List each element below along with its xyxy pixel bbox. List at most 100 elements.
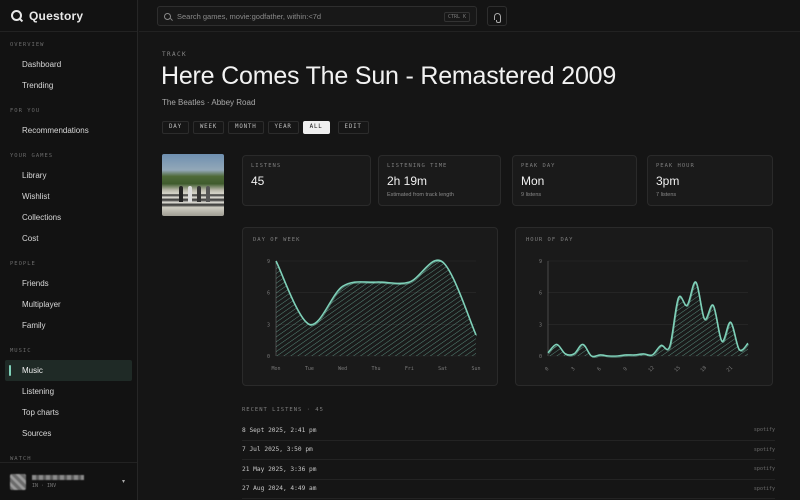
cover-figure xyxy=(197,186,201,202)
stat-value: 3pm xyxy=(656,174,680,188)
sidebar-section-music: MUSIC xyxy=(10,348,32,354)
tab-month[interactable]: MONTH xyxy=(228,121,264,134)
y-tick-label: 9 xyxy=(267,259,270,265)
x-tick-label: Thu xyxy=(371,366,380,372)
recent-listens-list: 8 Sept 2025, 2:41 pm spotify 7 Jul 2025, 3… xyxy=(242,421,775,499)
notifications-button[interactable] xyxy=(487,6,507,26)
sidebar-section-overview: OVERVIEW xyxy=(10,42,45,48)
y-tick-label: 3 xyxy=(267,322,270,328)
y-tick-label: 3 xyxy=(539,322,542,328)
x-tick-label: 21 xyxy=(726,365,735,374)
page-subtitle: The Beatles · Abbey Road xyxy=(162,98,256,107)
x-tick-label: Sun xyxy=(471,366,480,372)
stat-note: 9 listens xyxy=(521,192,542,198)
page-eyebrow: TRACK xyxy=(162,51,188,58)
tab-day[interactable]: DAY xyxy=(162,121,189,134)
recent-listen-row[interactable]: 8 Sept 2025, 2:41 pm spotify xyxy=(242,421,775,441)
cover-figure xyxy=(188,186,192,202)
search-input[interactable] xyxy=(177,11,437,21)
user-subtitle: IN · INV xyxy=(32,482,57,489)
sidebar-item-trending[interactable]: Trending xyxy=(5,75,132,96)
stat-note: Estimated from track length xyxy=(387,192,454,198)
cover-figure xyxy=(206,186,210,202)
cover-figure xyxy=(179,186,183,202)
x-tick-label: 15 xyxy=(673,365,682,374)
sidebar-nav: OVERVIEW Dashboard Trending FOR YOU Recommen… xyxy=(0,32,137,464)
sidebar-item-multiplayer[interactable]: Multiplayer xyxy=(5,294,132,315)
avatar xyxy=(10,473,26,490)
range-tabs: DAY WEEK MONTH YEAR ALL EDIT xyxy=(162,121,369,134)
sidebar-item-music[interactable]: Music xyxy=(5,360,132,381)
x-tick-label: 12 xyxy=(647,365,656,374)
stat-label: LISTENS xyxy=(251,163,282,169)
edit-button[interactable]: EDIT xyxy=(337,121,369,134)
recent-listen-row[interactable]: 7 Jul 2025, 3:50 pm spotify xyxy=(242,441,775,460)
album-cover xyxy=(162,154,224,216)
x-tick-label: Wed xyxy=(338,366,347,372)
brand[interactable]: Questory xyxy=(0,0,137,32)
stat-card-listening-time: LISTENING TIME 2h 19m Estimated from tra… xyxy=(378,155,501,206)
user-menu[interactable]: IN · INV ▾ xyxy=(0,462,137,500)
recent-listens-title: RECENT LISTENS · 45 xyxy=(242,407,324,413)
x-tick-label: 9 xyxy=(622,366,628,372)
sidebar-item-collections[interactable]: Collections xyxy=(5,207,132,228)
listen-date: 27 Aug 2024, 4:49 am xyxy=(242,485,317,493)
tab-week[interactable]: WEEK xyxy=(192,121,225,134)
y-tick-label: 6 xyxy=(539,291,542,297)
search-icon xyxy=(164,12,171,20)
topbar: CTRL K xyxy=(139,0,800,32)
x-tick-label: 6 xyxy=(596,366,602,372)
sidebar-item-listening[interactable]: Listening xyxy=(5,381,132,402)
sidebar-item-wishlist[interactable]: Wishlist xyxy=(5,186,132,207)
stat-value: 2h 19m xyxy=(387,174,428,188)
y-tick-label: 9 xyxy=(539,259,542,265)
listen-date: 21 May 2025, 3:36 pm xyxy=(242,465,317,473)
sidebar-item-library[interactable]: Library xyxy=(5,165,132,186)
x-tick-label: 3 xyxy=(570,366,576,372)
sidebar-item-friends[interactable]: Friends xyxy=(5,273,132,294)
x-tick-label: Fri xyxy=(405,366,414,372)
listen-source: spotify xyxy=(753,446,775,453)
page-title: Here Comes The Sun - Remastered 2009 xyxy=(161,62,617,90)
stat-card-listens: LISTENS 45 xyxy=(242,155,371,206)
x-tick-label: 0 xyxy=(544,366,550,372)
listen-source: spotify xyxy=(753,427,775,434)
sidebar-item-dashboard[interactable]: Dashboard xyxy=(5,54,132,75)
stat-label: PEAK HOUR xyxy=(656,163,695,169)
tab-all[interactable]: ALL xyxy=(302,121,330,134)
caret-down-icon: ▾ xyxy=(121,479,125,485)
sidebar-item-sources[interactable]: Sources xyxy=(5,423,132,444)
listen-source: spotify xyxy=(753,485,775,492)
y-tick-label: 0 xyxy=(539,354,542,360)
chart-svg: 0 3 6 9 Mon Tue Wed Thu Fri Sat Sun xyxy=(267,259,481,372)
recent-listen-row[interactable]: 21 May 2025, 3:36 pm spotify xyxy=(242,460,775,480)
day-of-week-chart: DAY OF WEEK 0 3 6 9 Mon Tue Wed Thu Fri Sat Sun xyxy=(242,227,498,386)
listen-date: 7 Jul 2025, 3:50 pm xyxy=(242,446,313,454)
hour-of-day-chart: HOUR OF DAY 0 3 6 9 0 3 6 9 12 15 18 21 xyxy=(515,227,773,386)
stat-value: Mon xyxy=(521,174,545,188)
sidebar-section-your-games: YOUR GAMES xyxy=(10,153,54,159)
bell-icon xyxy=(493,12,501,23)
chart-svg: 0 3 6 9 0 3 6 9 12 15 18 21 xyxy=(539,259,750,374)
x-tick-label: Sat xyxy=(438,366,447,372)
tab-year[interactable]: YEAR xyxy=(267,121,299,134)
sidebar-item-recommendations[interactable]: Recommendations xyxy=(5,120,132,141)
sidebar-item-cost[interactable]: Cost xyxy=(5,228,132,249)
listen-date: 8 Sept 2025, 2:41 pm xyxy=(242,426,317,434)
main-content: TRACK Here Comes The Sun - Remastered 20… xyxy=(139,33,800,500)
y-tick-label: 0 xyxy=(267,354,270,360)
y-tick-label: 6 xyxy=(267,291,270,297)
questory-logo-icon xyxy=(11,10,22,21)
sidebar-item-top-charts[interactable]: Top charts xyxy=(5,402,132,423)
x-tick-label: Tue xyxy=(305,366,314,372)
stat-note: 7 listens xyxy=(656,192,677,198)
series-area xyxy=(548,281,748,357)
search-box[interactable]: CTRL K xyxy=(157,6,477,26)
recent-listen-row[interactable]: 27 Aug 2024, 4:49 am spotify xyxy=(242,480,775,499)
x-tick-label: Mon xyxy=(271,366,280,372)
sidebar-item-family[interactable]: Family xyxy=(5,315,132,336)
sidebar-section-for-you: FOR YOU xyxy=(10,108,41,114)
stat-value: 45 xyxy=(251,174,265,188)
sidebar-section-people: PEOPLE xyxy=(10,261,36,267)
series-area xyxy=(276,260,476,356)
